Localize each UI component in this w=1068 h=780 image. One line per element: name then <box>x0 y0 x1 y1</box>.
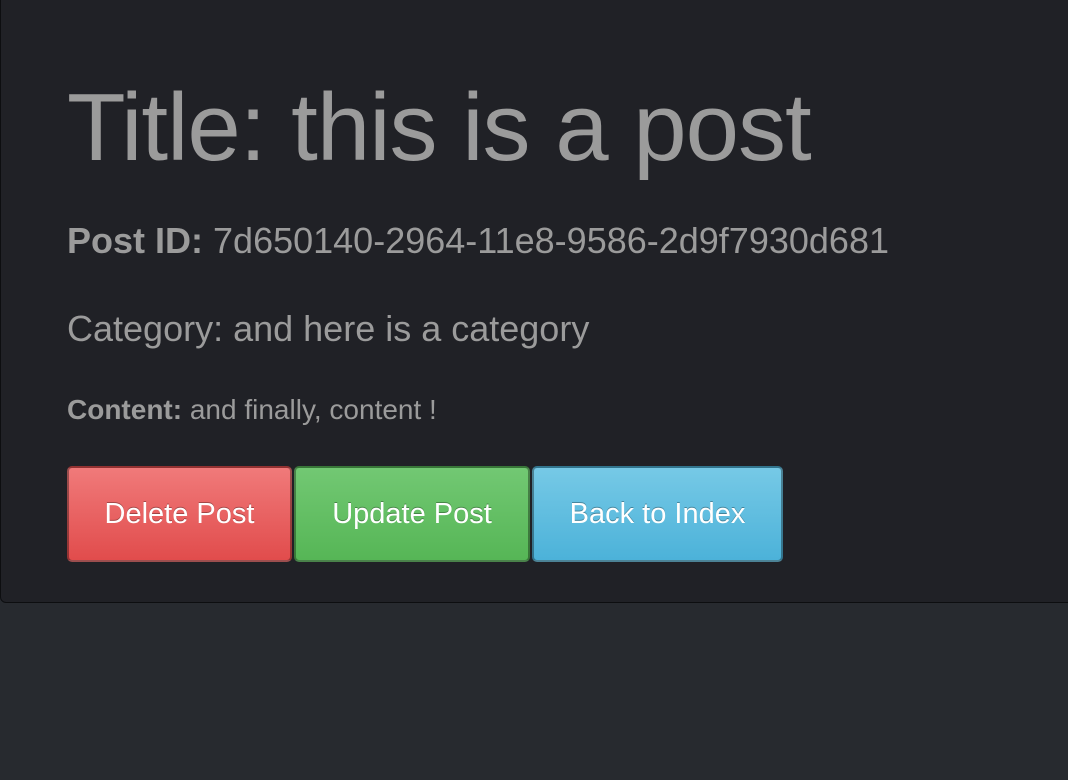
back-to-index-button[interactable]: Back to Index <box>532 466 783 562</box>
update-post-button[interactable]: Update Post <box>294 466 530 562</box>
post-category-value: and here is a category <box>233 308 590 349</box>
post-category: Category: and here is a category <box>67 308 589 350</box>
post-id-value: 7d650140-2964-11e8-9586-2d9f7930d681 <box>213 220 889 261</box>
action-buttons: Delete Post Update Post Back to Index <box>67 466 783 562</box>
post-id: Post ID: 7d650140-2964-11e8-9586-2d9f793… <box>67 220 889 262</box>
post-panel: Title: this is a post Post ID: 7d650140-… <box>0 0 1068 603</box>
post-id-label: Post ID: <box>67 220 204 261</box>
post-title: Title: this is a post <box>67 74 812 181</box>
post-content: Content: and finally, content ! <box>67 394 437 426</box>
delete-post-button[interactable]: Delete Post <box>67 466 292 562</box>
post-content-value: and finally, content ! <box>189 394 437 425</box>
post-content-label: Content: <box>67 394 183 425</box>
post-category-label: Category: <box>67 308 224 349</box>
